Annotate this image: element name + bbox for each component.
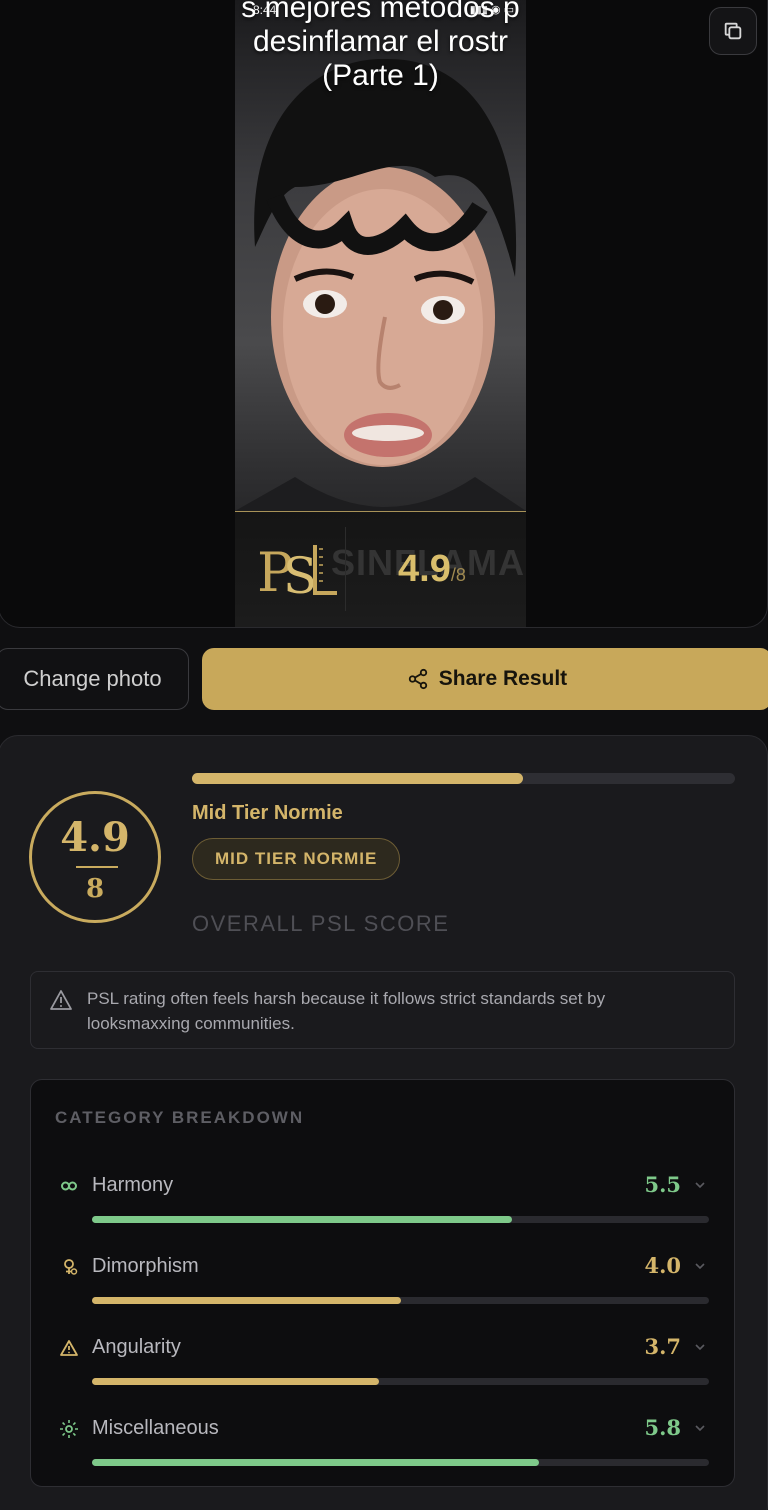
warning-icon (50, 990, 72, 1010)
category-value: 5.5 (644, 1172, 681, 1197)
category-bar (92, 1459, 709, 1466)
chevron-down-icon (695, 1425, 705, 1432)
overlay-caption-line-1: s mejores métodos p (241, 0, 520, 24)
chevron-down-icon (695, 1182, 705, 1189)
category-name: Miscellaneous (92, 1417, 219, 1439)
change-photo-button[interactable]: Change photo (0, 648, 189, 710)
breakdown-title: CATEGORY BREAKDOWN (55, 1108, 305, 1127)
score-ring: 4.9 8 (29, 791, 161, 923)
photo-card: 8:44 ▮▮▮ ◉ ▭ s mejores métodos p desinfl… (0, 0, 768, 628)
category-value: 4.0 (644, 1253, 681, 1278)
chevron-down-icon (695, 1344, 705, 1351)
photo-score: 4.9/8 (398, 548, 466, 591)
category-bar (92, 1216, 709, 1223)
overall-progress-fill (192, 773, 524, 784)
overlay-caption-line-3: (Parte 1) (322, 59, 439, 92)
svg-text:S: S (283, 547, 317, 599)
category-bar-fill (92, 1297, 401, 1304)
category-angularity[interactable]: Angularity 3.7 (31, 1330, 736, 1400)
score-denominator: 8 (85, 874, 105, 904)
share-icon (408, 668, 427, 690)
tier-title: Mid Tier Normie (192, 802, 343, 824)
copy-button[interactable] (709, 7, 757, 55)
score-strip: SINFLAMAR P S 4.9/8 (235, 512, 526, 627)
category-bar (92, 1378, 709, 1385)
uploaded-photo: 8:44 ▮▮▮ ◉ ▭ s mejores métodos p desinfl… (235, 0, 526, 627)
score-value: 4.9 (60, 814, 130, 861)
category-miscellaneous[interactable]: Miscellaneous 5.8 (31, 1411, 736, 1481)
category-value: 5.8 (644, 1415, 681, 1440)
photo-score-denominator: /8 (450, 565, 466, 585)
tier-badge: MID TIER NORMIE (192, 838, 401, 880)
triangle-icon (60, 1340, 78, 1356)
category-name: Harmony (92, 1174, 174, 1196)
overall-progress-bar (192, 773, 735, 784)
logo-separator (345, 527, 346, 611)
category-breakdown: CATEGORY BREAKDOWN Harmony 5.5 Dimorphis… (30, 1079, 735, 1487)
copy-icon (724, 22, 742, 40)
score-fraction-line (76, 866, 118, 868)
psl-logo: P S (257, 541, 337, 599)
share-result-button[interactable]: Share Result (202, 648, 768, 710)
result-card: 4.9 8 Mid Tier Normie MID TIER NORMIE OV… (0, 735, 768, 1510)
category-bar-fill (92, 1378, 379, 1385)
overlay-caption-line-2: desinflamar el rostr (252, 25, 509, 58)
category-name: Dimorphism (92, 1255, 199, 1277)
category-name: Angularity (92, 1336, 181, 1358)
share-result-label: Share Result (438, 667, 568, 690)
category-dimorphism[interactable]: Dimorphism 4.0 (31, 1249, 736, 1319)
category-bar-fill (92, 1459, 540, 1466)
category-value: 3.7 (644, 1334, 681, 1359)
rating-notice: PSL rating often feels harsh because it … (30, 971, 735, 1049)
photo-score-value: 4.9 (398, 548, 451, 590)
sparkle-icon (60, 1420, 78, 1438)
chevron-down-icon (695, 1263, 705, 1270)
category-harmony[interactable]: Harmony 5.5 (31, 1168, 736, 1238)
notice-text: PSL rating often feels harsh because it … (87, 989, 606, 1033)
category-bar (92, 1297, 709, 1304)
infinity-icon (61, 1181, 77, 1191)
category-bar-fill (92, 1216, 512, 1223)
overall-score-label: OVERALL PSL SCORE (192, 911, 450, 936)
gender-icon (64, 1259, 78, 1275)
